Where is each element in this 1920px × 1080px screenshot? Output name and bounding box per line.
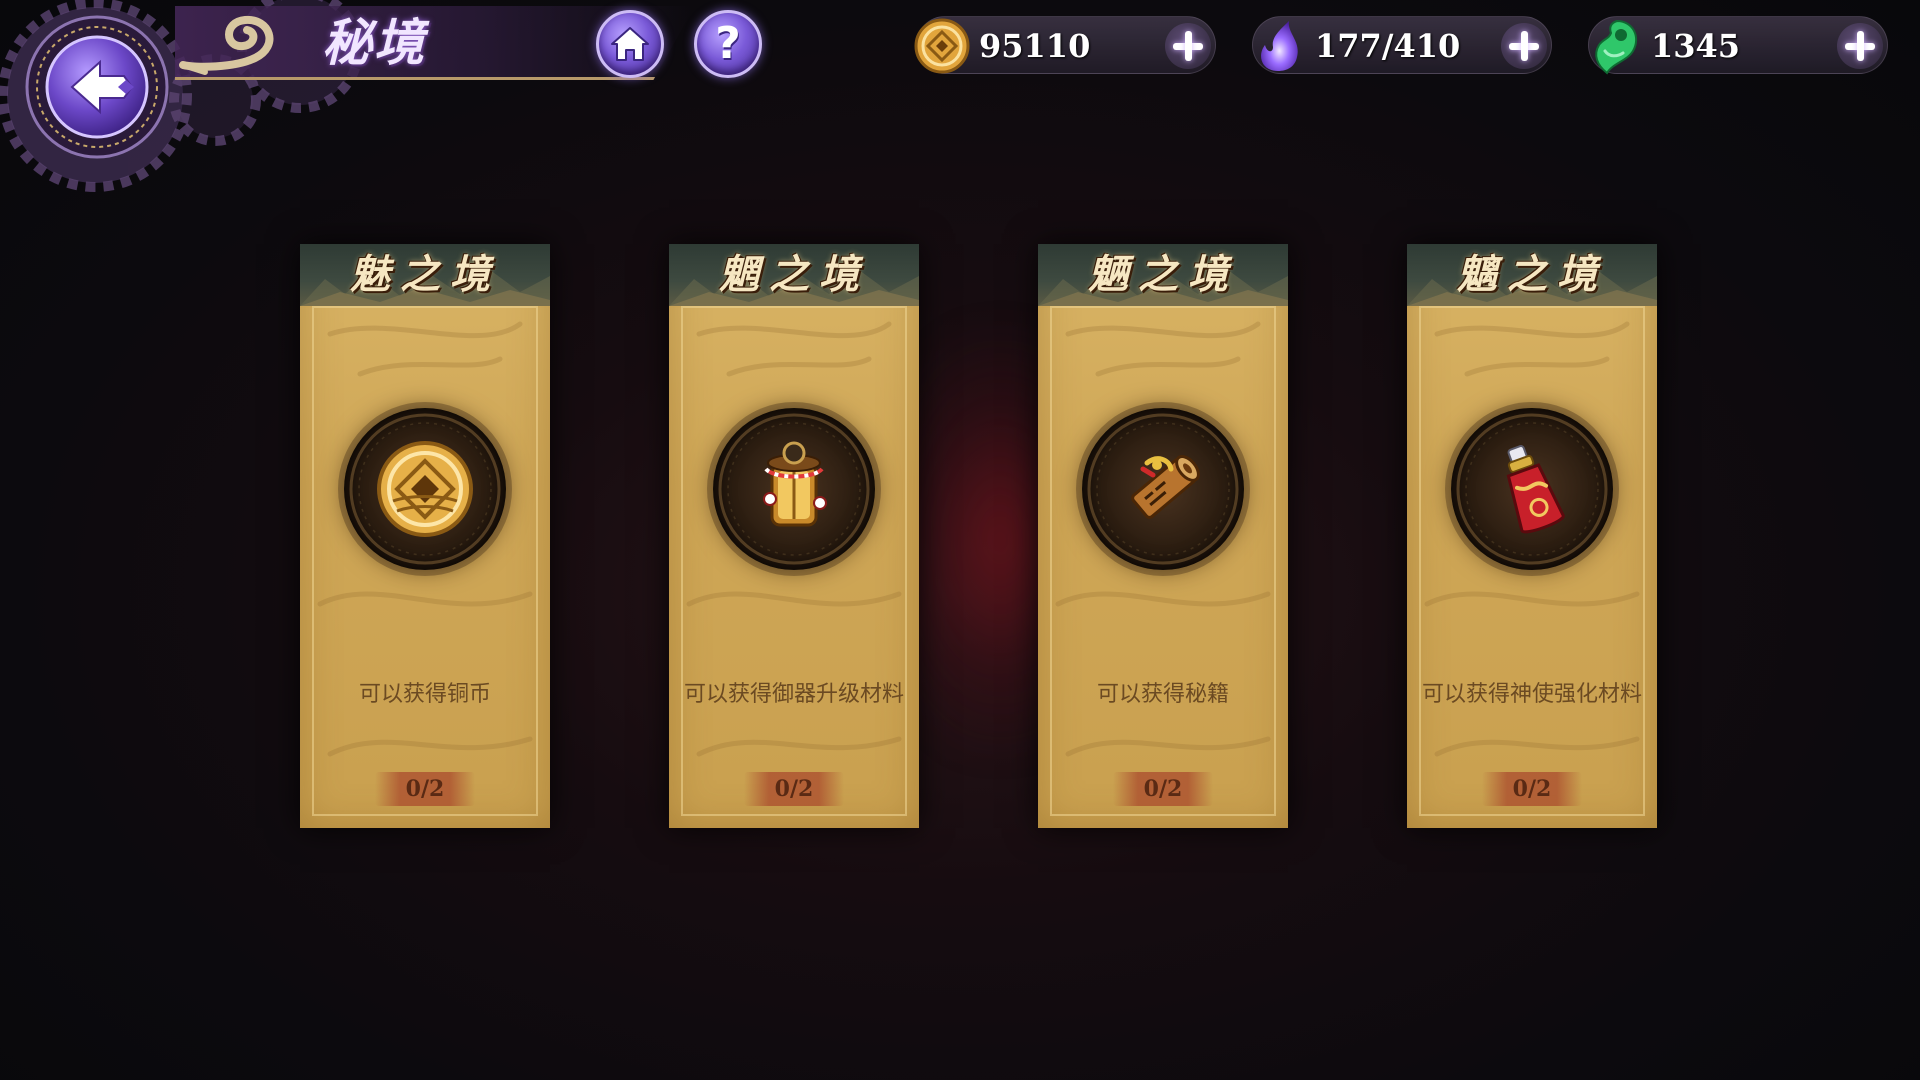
- item-orb: [344, 408, 506, 570]
- help-button[interactable]: ?: [694, 10, 762, 78]
- back-arrow-icon: [25, 15, 169, 159]
- back-button[interactable]: [22, 12, 172, 162]
- progress-plate: 0/2: [1482, 772, 1582, 806]
- card-header: 魑之境: [1407, 244, 1657, 306]
- card-title: 魅之境: [350, 251, 500, 298]
- copper-coin-icon: [914, 18, 970, 74]
- card-description: 可以获得铜币: [358, 682, 491, 707]
- top-bar: 秘境 ? 95110 177/410 1345: [0, 0, 1920, 192]
- card-title: 魍之境: [719, 251, 869, 298]
- lantern-material-icon: [763, 441, 827, 527]
- home-button[interactable]: [596, 10, 664, 78]
- attempts-counter: 0/2: [1512, 776, 1552, 802]
- item-orb: [713, 408, 875, 570]
- stamina-value: 177/410: [1315, 27, 1461, 65]
- item-orb: [1082, 408, 1244, 570]
- realm-card-manual[interactable]: 魉之境 可以获得秘籍 0/2: [1038, 244, 1288, 828]
- spirit-flame-icon: [1261, 21, 1298, 71]
- add-copper-coins-button[interactable]: [1165, 23, 1211, 69]
- card-description: 可以获得秘籍: [1096, 682, 1229, 707]
- copper-coin-icon: [377, 441, 473, 537]
- progress-plate: 0/2: [744, 772, 844, 806]
- copper-coins-value: 95110: [979, 27, 1091, 65]
- resource-copper-coins: 95110: [914, 16, 1216, 74]
- elixir-bottle-icon: [1506, 445, 1565, 534]
- resource-stamina: 177/410: [1252, 16, 1552, 74]
- progress-plate: 0/2: [1113, 772, 1213, 806]
- card-description: 可以获得御器升级材料: [683, 682, 904, 707]
- add-jade-button[interactable]: [1837, 23, 1883, 69]
- progress-plate: 0/2: [375, 772, 475, 806]
- jade-magatama-icon: [1595, 19, 1638, 75]
- home-icon: [611, 27, 649, 61]
- card-header: 魉之境: [1038, 244, 1288, 306]
- card-title: 魉之境: [1088, 251, 1238, 298]
- resource-jade: 1345: [1588, 16, 1888, 75]
- cloud-swirl-icon: [179, 15, 274, 75]
- card-header: 魅之境: [300, 244, 550, 306]
- page-title: 秘境: [322, 13, 426, 72]
- card-description: 可以获得神使强化材料: [1421, 682, 1642, 707]
- jade-value: 1345: [1651, 27, 1741, 65]
- attempts-counter: 0/2: [405, 776, 445, 802]
- realm-card-envoy[interactable]: 魑之境 可以获得神使强化材料 0/2: [1407, 244, 1657, 828]
- help-icon: ?: [715, 18, 741, 69]
- attempts-counter: 0/2: [1143, 776, 1183, 802]
- realm-card-copper[interactable]: 魅之境 可以获得铜币 0/2: [300, 244, 550, 828]
- scroll-icon: [1131, 455, 1200, 519]
- attempts-counter: 0/2: [774, 776, 814, 802]
- card-header: 魍之境: [669, 244, 919, 306]
- card-title: 魑之境: [1457, 251, 1607, 298]
- realm-card-equipment[interactable]: 魍之境 可以获得御器升级材料 0/2: [669, 244, 919, 828]
- add-stamina-button[interactable]: [1501, 23, 1547, 69]
- item-orb: [1451, 408, 1613, 570]
